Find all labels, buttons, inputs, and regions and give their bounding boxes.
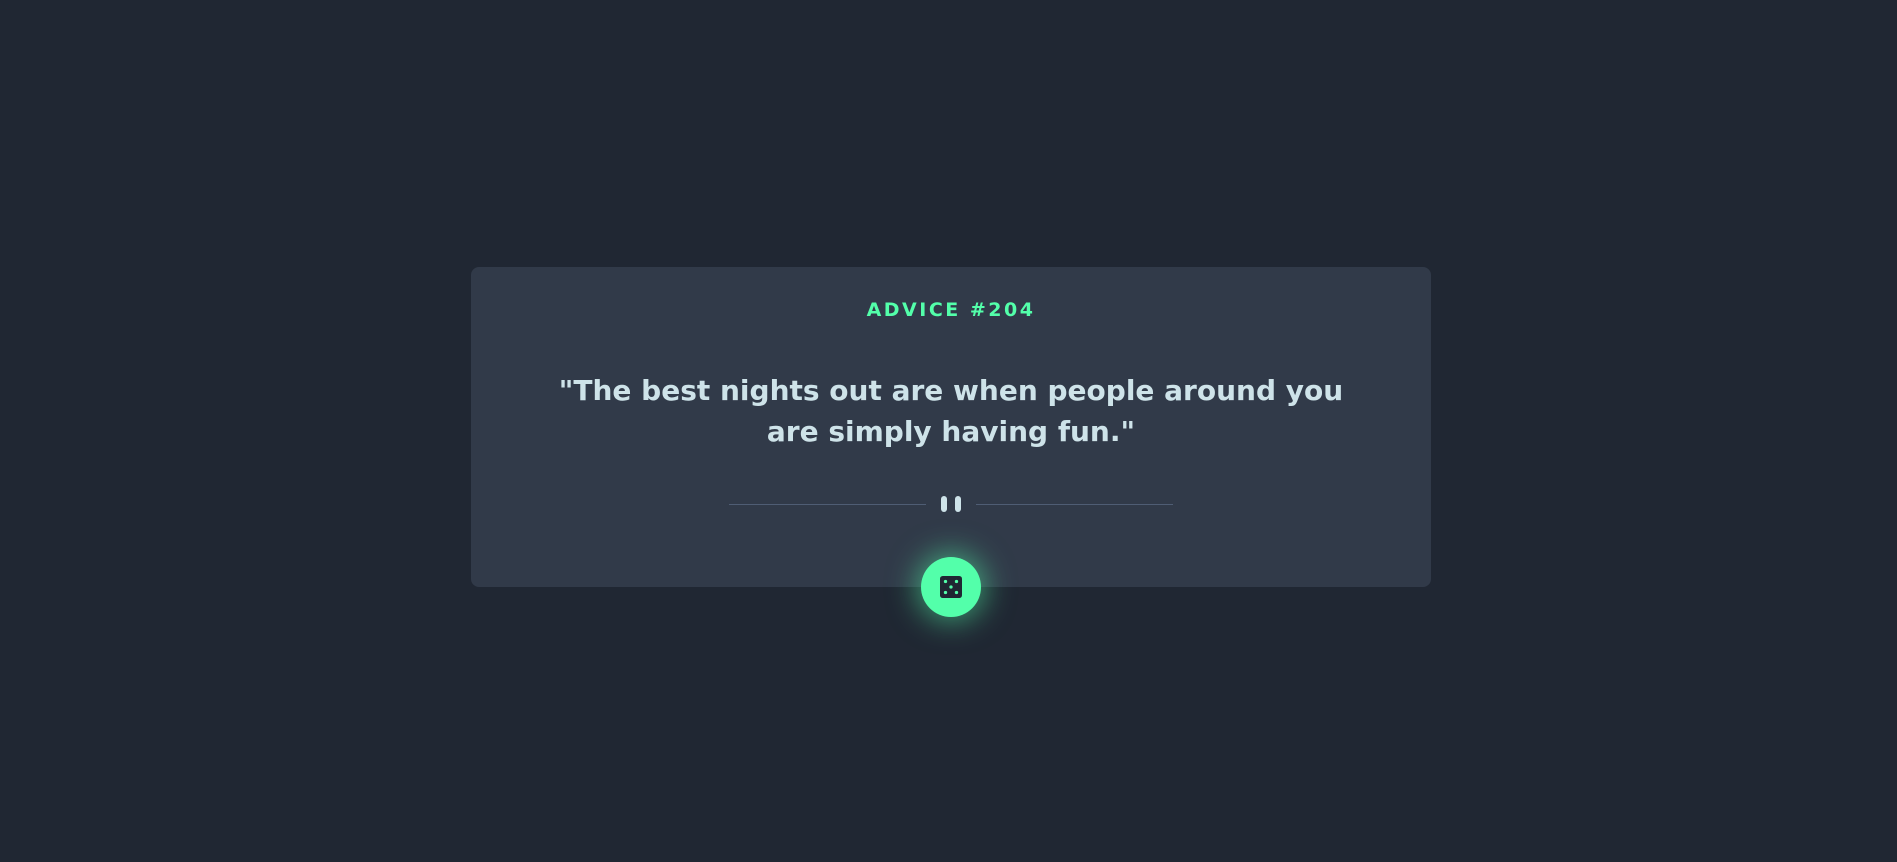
- pattern-divider: [729, 494, 1173, 516]
- divider-line-right: [976, 504, 1173, 505]
- generate-advice-button[interactable]: [921, 557, 981, 617]
- advice-id-label: ADVICE #204: [866, 299, 1036, 321]
- advice-quote: "The best nights out are when people aro…: [558, 374, 1344, 448]
- advice-card: ADVICE #204 "The best nights out are whe…: [471, 267, 1431, 587]
- pause-icon: [941, 496, 961, 512]
- dice-icon: [940, 576, 962, 598]
- divider-line-left: [729, 504, 926, 505]
